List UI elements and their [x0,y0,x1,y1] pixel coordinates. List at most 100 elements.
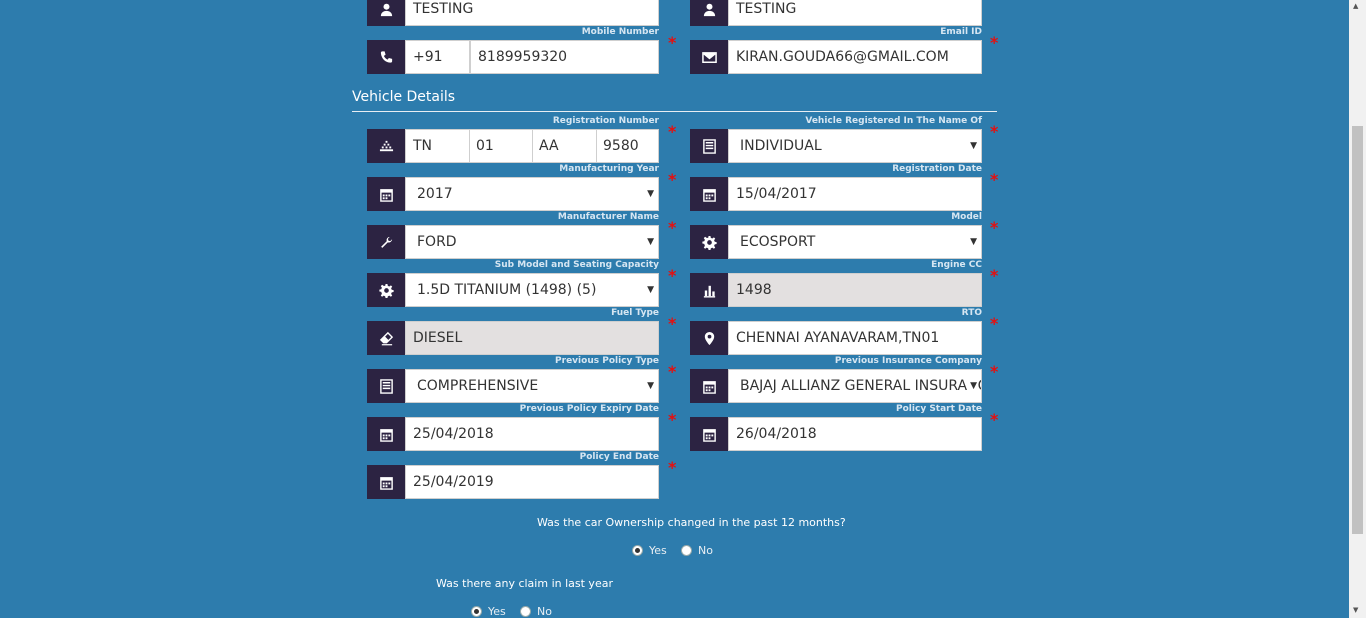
registered-name-label: Vehicle Registered In The Name Of [805,116,982,126]
sub-model-field: 1.5D TITANIUM (1498) (5) ▼ [367,273,659,307]
list-icon [690,129,728,163]
model-label: Model [951,212,982,222]
policy-end-label: Policy End Date [579,452,659,462]
mfg-year-select[interactable]: 2017 ▼ [405,177,659,211]
last-name-input[interactable]: TESTING [728,0,982,26]
calendar-icon [367,417,405,451]
manufacturer-field: FORD ▼ [367,225,659,259]
required-mark: * [990,266,999,285]
prev-policy-type-select[interactable]: COMPREHENSIVE ▼ [405,369,659,403]
required-mark: * [668,218,677,237]
prev-expiry-input[interactable]: 25/04/2018 [405,417,659,451]
mobile-input[interactable]: 8189959320 [470,40,659,74]
mobile-field: +91 8189959320 [367,40,659,74]
vertical-scrollbar[interactable]: ▲ ▼ [1349,0,1366,618]
ownership-yes-radio[interactable]: Yes [632,544,667,557]
required-mark: * [990,410,999,429]
scrollbar-thumb[interactable] [1352,126,1363,534]
radio-selected-icon [471,606,482,617]
gear-icon [367,273,405,307]
prev-insurer-label: Previous Insurance Company [834,356,982,366]
chevron-down-icon: ▼ [647,285,654,295]
prev-insurer-field: BAJAJ ALLIANZ GENERAL INSURANCE ▼ [690,369,982,403]
fuel-field: DIESEL [367,321,659,355]
sub-model-label: Sub Model and Seating Capacity [494,260,659,270]
ownership-no-radio[interactable]: No [681,544,713,557]
policy-start-input[interactable]: 26/04/2018 [728,417,982,451]
list-icon [367,369,405,403]
engine-cc-label: Engine CC [931,260,982,270]
manufacturer-select[interactable]: FORD ▼ [405,225,659,259]
user-icon [690,0,728,26]
prev-insurer-select[interactable]: BAJAJ ALLIANZ GENERAL INSURANCE ▼ [728,369,982,403]
section-divider [352,111,997,112]
claim-question: Was there any claim in last year [436,577,613,590]
registration-label: Registration Number [552,116,659,126]
email-input[interactable]: KIRAN.GOUDA66@GMAIL.COM [728,40,982,74]
fuel-label: Fuel Type [611,308,659,318]
bar-chart-icon [690,273,728,307]
country-code-input[interactable]: +91 [405,40,470,74]
policy-start-field: 26/04/2018 [690,417,982,451]
prev-policy-type-label: Previous Policy Type [555,356,659,366]
claim-no-radio[interactable]: No [520,605,552,618]
model-select[interactable]: ECOSPORT ▼ [728,225,982,259]
last-name-field: TESTING [690,0,982,26]
manufacturer-label: Manufacturer Name [557,212,659,222]
chevron-down-icon: ▼ [970,237,977,247]
reg-state-input[interactable]: TN [405,129,470,163]
first-name-field: TESTING [367,0,659,26]
reg-date-input[interactable]: 15/04/2017 [728,177,982,211]
calendar-icon [367,465,405,499]
required-mark: * [668,314,677,333]
reg-date-field: 15/04/2017 [690,177,982,211]
ownership-question: Was the car Ownership changed in the pas… [537,516,846,529]
mfg-year-field: 2017 ▼ [367,177,659,211]
required-mark: * [990,218,999,237]
rto-field: CHENNAI AYANAVARAM,TN01 [690,321,982,355]
required-mark: * [990,314,999,333]
required-mark: * [668,266,677,285]
vehicle-details-title: Vehicle Details [352,89,456,105]
chevron-down-icon: ▼ [970,141,977,151]
envelope-icon [690,40,728,74]
registration-field: TN 01 AA 9580 [367,129,659,163]
required-mark: * [668,458,677,477]
calendar-icon [690,369,728,403]
phone-icon [367,40,405,74]
claim-yes-radio[interactable]: Yes [471,605,506,618]
calendar-icon [690,417,728,451]
rto-label: RTO [961,308,982,318]
required-mark: * [668,362,677,381]
first-name-input[interactable]: TESTING [405,0,659,26]
email-field: KIRAN.GOUDA66@GMAIL.COM [690,40,982,74]
eraser-icon [367,321,405,355]
scroll-up-icon[interactable]: ▲ [1353,2,1358,10]
mfg-year-label: Manufacturing Year [559,164,659,174]
chevron-down-icon: ▼ [647,189,654,199]
required-mark: * [990,170,999,189]
required-mark: * [668,33,677,52]
email-label: Email ID [940,27,982,37]
reg-series-input[interactable]: AA [533,129,597,163]
sub-model-select[interactable]: 1.5D TITANIUM (1498) (5) ▼ [405,273,659,307]
chevron-down-icon: ▼ [647,381,654,391]
policy-start-label: Policy Start Date [896,404,982,414]
reg-district-input[interactable]: 01 [470,129,533,163]
prev-expiry-field: 25/04/2018 [367,417,659,451]
radio-empty-icon [681,545,692,556]
reg-number-input[interactable]: 9580 [597,129,659,163]
chevron-down-icon: ▼ [968,370,977,402]
radio-selected-icon [632,545,643,556]
policy-end-input[interactable]: 25/04/2019 [405,465,659,499]
engine-cc-field: 1498 [690,273,982,307]
reg-date-label: Registration Date [892,164,982,174]
calendar-icon [690,177,728,211]
registered-name-select[interactable]: INDIVIDUAL ▼ [728,129,982,163]
rto-input[interactable]: CHENNAI AYANAVARAM,TN01 [728,321,982,355]
required-mark: * [668,170,677,189]
fuel-input: DIESEL [405,321,659,355]
model-field: ECOSPORT ▼ [690,225,982,259]
wrench-icon [367,225,405,259]
scroll-down-icon[interactable]: ▼ [1353,606,1358,614]
